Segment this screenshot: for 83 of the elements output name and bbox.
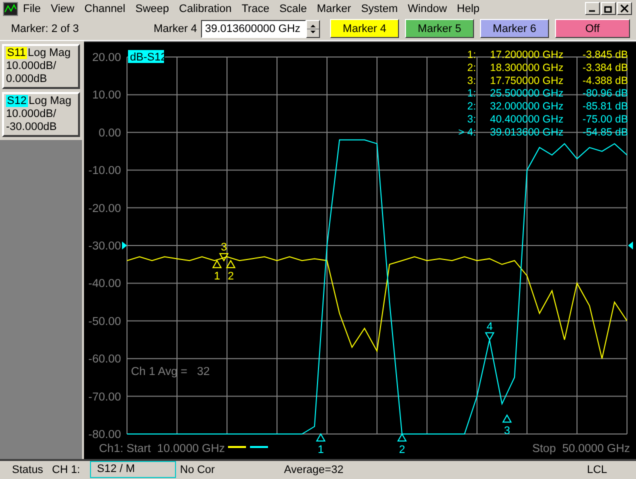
axis-label: 20.00	[92, 52, 121, 64]
trace-format: Log Mag	[28, 46, 71, 59]
reference-arrow-icon	[122, 241, 127, 250]
menu-item[interactable]: Marker	[312, 2, 356, 15]
axis-label: -30.00	[88, 240, 121, 252]
menu-item[interactable]: Help	[452, 2, 485, 15]
menu-item[interactable]: Scale	[274, 2, 312, 15]
axis-label: 0.00	[98, 127, 121, 140]
menu-item[interactable]: File	[18, 2, 46, 15]
trace-scale: 10.000dB/	[6, 60, 58, 73]
trace-scale: 10.000dB/	[6, 108, 58, 121]
marker-value: -3.845 dB	[582, 48, 628, 61]
average-note: Ch 1 Avg = 32	[131, 366, 210, 378]
trace-name[interactable]: S11	[6, 46, 27, 59]
marker-label: 2	[228, 270, 234, 282]
marker-value: -80.96 dB	[582, 87, 628, 100]
marker-frequency: 18.300000 GHz	[490, 62, 564, 74]
marker-value: -4.388 dB	[582, 74, 628, 86]
marker-button[interactable]: Marker 4	[330, 19, 399, 38]
trace-format: Log Mag	[28, 94, 72, 107]
trace-reference: 0.000dB	[6, 72, 48, 86]
axis-label: 10.00	[92, 89, 121, 102]
stop-frequency: Stop 50.0000 GHz	[532, 442, 630, 455]
minimize-button[interactable]	[585, 2, 600, 16]
marker-value: -54.85 dB	[582, 126, 628, 138]
marker-number: > 4:	[458, 126, 476, 138]
marker-label: 4	[486, 320, 493, 332]
marker-number: 3:	[467, 74, 476, 86]
marker-frequency: 25.500000 GHz	[490, 87, 564, 100]
trace-reference: -30.000dB	[6, 120, 58, 134]
marker-value: -75.00 dB	[582, 113, 628, 126]
marker-button[interactable]: Off	[555, 19, 630, 38]
menu-item[interactable]: Channel	[79, 2, 130, 15]
field-label: Marker 4	[154, 22, 197, 35]
menu-item[interactable]: System	[356, 2, 403, 15]
average-status: Average=32	[284, 464, 344, 476]
menu-item[interactable]: Trace	[236, 2, 274, 15]
marker-frequency: 40.400000 GHz	[490, 113, 564, 126]
spinner-button[interactable]	[306, 20, 320, 38]
legend-line	[250, 446, 268, 448]
marker-frequency: 17.200000 GHz	[490, 48, 564, 61]
marker-value: -85.81 dB	[582, 100, 628, 112]
status-label: Status	[12, 464, 44, 476]
axis-label: -10.00	[88, 164, 121, 177]
marker-frequency-field[interactable]: 39.013600000 GHz	[201, 20, 306, 38]
menu-item[interactable]: Window	[402, 2, 452, 15]
axis-label: -70.00	[88, 390, 121, 403]
marker-label: 3	[504, 424, 510, 437]
marker-count: Marker: 2 of 3	[11, 22, 79, 35]
marker-label: 1	[214, 270, 220, 282]
axis-label: -80.00	[88, 428, 121, 441]
marker-frequency: 32.000000 GHz	[490, 100, 564, 112]
marker-label: 1	[318, 444, 324, 456]
axis-label: -60.00	[88, 353, 121, 366]
menu-item[interactable]: View	[46, 2, 80, 15]
marker-frequency: 39.013600 GHz	[490, 126, 564, 138]
trace-name[interactable]: S12	[6, 94, 28, 107]
marker-number: 3:	[467, 113, 476, 126]
menu-item[interactable]: Calibration	[174, 2, 237, 15]
marker-number: 2:	[467, 100, 476, 112]
marker-button[interactable]: Marker 5	[405, 19, 474, 38]
measurement-field: S12 / M	[90, 461, 176, 478]
correction-status: No Cor	[180, 464, 216, 476]
marker-number: 1:	[467, 87, 476, 100]
axis-label: -50.00	[88, 316, 121, 328]
app-icon[interactable]	[3, 2, 18, 16]
axis-label: -20.00	[88, 202, 121, 214]
close-button[interactable]	[617, 2, 632, 16]
marker-value: -3.384 dB	[582, 62, 628, 74]
marker-label: 3	[220, 241, 227, 254]
axis-label: -40.00	[88, 278, 121, 290]
marker-button[interactable]: Marker 6	[480, 19, 549, 38]
reference-arrow-icon	[628, 241, 633, 250]
control-mode: LCL	[587, 464, 608, 476]
marker-frequency: 17.750000 GHz	[490, 74, 564, 86]
menu-item[interactable]: Sweep	[130, 2, 174, 15]
start-frequency: Ch1: Start 10.0000 GHz	[99, 442, 225, 455]
restore-button[interactable]	[601, 2, 616, 16]
marker-label: 2	[398, 444, 406, 456]
marker-number: 1:	[467, 48, 476, 61]
legend-line	[228, 446, 246, 448]
channel-label: CH 1:	[52, 464, 82, 476]
marker-number: 2:	[467, 62, 476, 74]
